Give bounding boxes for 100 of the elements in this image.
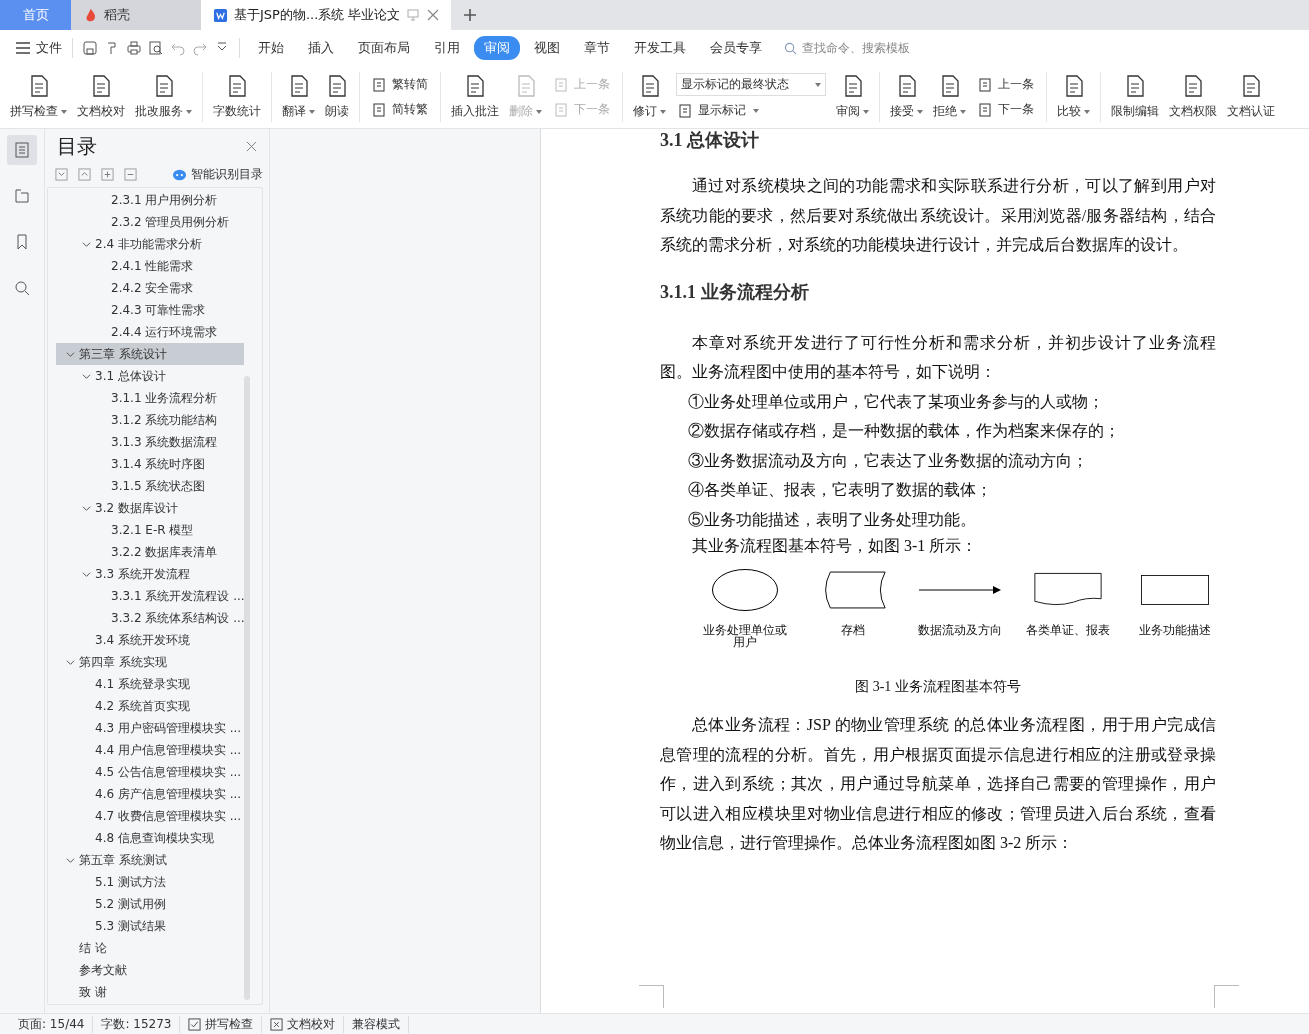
ribbon-button[interactable]: 朗读 <box>321 70 353 124</box>
toc-item[interactable]: 3.2.2 数据库表清单 <box>56 541 244 563</box>
ribbon-button[interactable]: 字数统计 <box>209 70 265 124</box>
toc-item[interactable]: 3.1.3 系统数据流程 <box>56 431 244 453</box>
collapse-icon[interactable] <box>78 168 91 181</box>
list-item: ⑤业务功能描述，表明了业务处理功能。 <box>687 509 977 530</box>
word-count[interactable]: 字数: 15273 <box>93 1015 181 1033</box>
outline-icon[interactable] <box>7 135 37 165</box>
expand-icon[interactable] <box>55 168 68 181</box>
chevron-icon[interactable] <box>82 239 91 249</box>
toc-item[interactable]: 3.2.1 E-R 模型 <box>56 519 244 541</box>
ribbon-button[interactable]: 批改服务 <box>131 70 196 124</box>
ribbon-tab[interactable]: 插入 <box>298 36 344 60</box>
plus-icon[interactable] <box>463 8 477 22</box>
close-icon[interactable] <box>426 8 441 22</box>
toc-item[interactable]: 3.1.4 系统时序图 <box>56 453 244 475</box>
toc-item[interactable]: 参考文献 <box>56 959 244 981</box>
ribbon-tab[interactable]: 开始 <box>248 36 294 60</box>
ribbon-tab[interactable]: 视图 <box>524 36 570 60</box>
ribbon-button[interactable]: 限制编辑 <box>1107 70 1163 124</box>
toc-item[interactable]: 3.4 系统开发环境 <box>56 629 244 651</box>
ribbon-button[interactable]: 审阅 <box>832 70 873 124</box>
ribbon-tab[interactable]: 页面布局 <box>348 36 420 60</box>
print-icon[interactable] <box>126 40 142 56</box>
document-tab[interactable]: 稻壳 <box>71 0 201 30</box>
symbol-label: 各类单证、报表 <box>1025 624 1110 636</box>
toc-item[interactable]: 3.1.5 系统状态图 <box>56 475 244 497</box>
toc-item[interactable]: 2.4 非功能需求分析 <box>56 233 244 255</box>
ribbon-button[interactable]: 上一条 <box>976 74 1036 95</box>
ribbon-tab[interactable]: 开发工具 <box>624 36 696 60</box>
toc-item[interactable]: 第三章 系统设计 <box>56 343 244 365</box>
document-icon <box>554 101 570 118</box>
scrollbar[interactable] <box>244 376 250 1000</box>
print-preview-icon[interactable] <box>148 40 164 56</box>
toc-item[interactable]: 2.3.1 用户用例分析 <box>56 189 244 211</box>
chevron-icon[interactable] <box>66 657 75 667</box>
toc-item[interactable]: 结 论 <box>56 937 244 959</box>
toc-item[interactable]: 3.1.1 业务流程分析 <box>56 387 244 409</box>
toc-item[interactable]: 2.4.1 性能需求 <box>56 255 244 277</box>
ribbon-button[interactable]: 修订 <box>629 70 670 124</box>
file-menu[interactable]: 文件 <box>12 39 66 57</box>
toc-item[interactable]: 5.3 测试结果 <box>56 915 244 937</box>
toc-item[interactable]: 4.4 用户信息管理模块实 ... <box>56 739 244 761</box>
plus-icon[interactable] <box>101 168 114 181</box>
toc-item[interactable]: 2.3.2 管理员用例分析 <box>56 211 244 233</box>
chevron-icon[interactable] <box>82 569 91 579</box>
toc-item[interactable]: 4.8 信息查询模块实现 <box>56 827 244 849</box>
close-icon[interactable] <box>246 141 257 152</box>
toc-item[interactable]: 4.1 系统登录实现 <box>56 673 244 695</box>
ribbon-tab[interactable]: 会员专享 <box>700 36 772 60</box>
ribbon-button[interactable]: 文档权限 <box>1165 70 1221 124</box>
page-count[interactable]: 页面: 15/44 <box>10 1015 94 1033</box>
ribbon-button[interactable]: 下一条 <box>976 99 1036 120</box>
toc-item[interactable]: 3.1.2 系统功能结构 <box>56 409 244 431</box>
chevron-icon[interactable] <box>66 855 75 865</box>
toc-item[interactable]: 5.2 测试用例 <box>56 893 244 915</box>
toc-item[interactable]: 2.4.2 安全需求 <box>56 277 244 299</box>
ribbon-tab[interactable]: 章节 <box>574 36 620 60</box>
ribbon-button[interactable]: 比较 <box>1053 70 1094 124</box>
monitor-icon[interactable] <box>406 8 421 22</box>
toc-item[interactable]: 5.1 测试方法 <box>56 871 244 893</box>
toc-item[interactable]: 4.5 公告信息管理模块实 ... <box>56 761 244 783</box>
ribbon-button[interactable]: 繁转简 <box>370 74 430 95</box>
toc-item[interactable]: 3.2 数据库设计 <box>56 497 244 519</box>
save-icon[interactable] <box>82 40 98 56</box>
ribbon-button[interactable]: 文档认证 <box>1223 70 1279 124</box>
ribbon-button[interactable]: 拒绝 <box>929 70 970 124</box>
toc-item[interactable]: 4.3 用户密码管理模块实 ... <box>56 717 244 739</box>
proofread-button[interactable]: 文档校对 <box>262 1015 345 1033</box>
smart-toc-button[interactable]: 智能识别目录 <box>172 166 263 183</box>
chevron-icon[interactable] <box>66 349 75 359</box>
ribbon-button[interactable]: 拼写检查 <box>6 70 71 124</box>
minus-icon[interactable] <box>124 168 137 181</box>
toc-item[interactable]: 第四章 系统实现 <box>56 651 244 673</box>
document-tab[interactable]: 基于JSP的物...系统 毕业论文 <box>201 0 451 30</box>
markup-dropdown[interactable]: 显示标记的最终状态 <box>676 73 826 96</box>
toc-item[interactable]: 4.6 房产信息管理模块实 ... <box>56 783 244 805</box>
ribbon-button[interactable]: 显示标记 <box>676 100 826 121</box>
ribbon-button[interactable]: 文档校对 <box>73 70 129 124</box>
chevron-icon[interactable] <box>82 371 91 381</box>
toc-item[interactable]: 3.3.2 系统体系结构设 ... <box>56 607 244 629</box>
ribbon-tab[interactable]: 引用 <box>424 36 470 60</box>
compatibility-mode[interactable]: 兼容模式 <box>344 1015 410 1033</box>
ribbon-button[interactable]: 翻译 <box>278 70 319 124</box>
toc-item[interactable]: 3.1 总体设计 <box>56 365 244 387</box>
toc-item[interactable]: 4.7 收费信息管理模块实 ... <box>56 805 244 827</box>
ribbon-button[interactable]: 简转繁 <box>370 99 430 120</box>
chevron-icon[interactable] <box>82 503 91 513</box>
ribbon-button[interactable]: 插入批注 <box>447 70 503 124</box>
toc-item[interactable]: 2.4.4 运行环境需求 <box>56 321 244 343</box>
ribbon-button[interactable]: 接受 <box>886 70 927 124</box>
toc-item[interactable]: 2.4.3 可靠性需求 <box>56 299 244 321</box>
toc-item[interactable]: 3.3 系统开发流程 <box>56 563 244 585</box>
symbol-label: 业务功能描述 <box>1139 624 1211 636</box>
search-field[interactable]: 查找命令、搜索模板 <box>784 40 944 56</box>
toc-item[interactable]: 第五章 系统测试 <box>56 849 244 871</box>
toc-item[interactable]: 3.3.1 系统开发流程设 ... <box>56 585 244 607</box>
toc-item[interactable]: 致 谢 <box>56 981 244 1003</box>
spell-check-button[interactable]: 拼写检查 <box>180 1015 263 1033</box>
toc-item[interactable]: 4.2 系统首页实现 <box>56 695 244 717</box>
